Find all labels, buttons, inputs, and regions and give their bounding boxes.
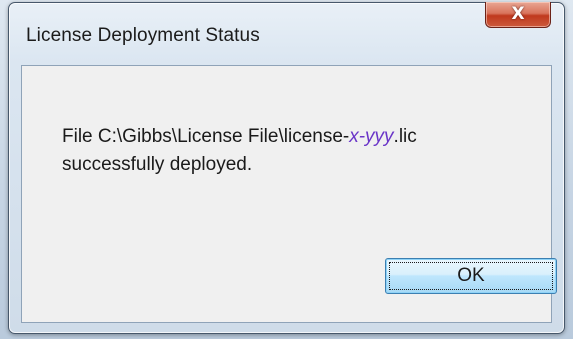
close-button[interactable]: X bbox=[485, 2, 551, 28]
placeholder-x: x bbox=[349, 126, 359, 147]
file-extension: .lic bbox=[393, 126, 417, 147]
dialog-title: License Deployment Status bbox=[26, 25, 260, 46]
message-line-1: File C:\Gibbs\License File\license-x-yyy… bbox=[62, 123, 417, 151]
close-icon: X bbox=[511, 4, 525, 24]
message-line-2: successfully deployed. bbox=[62, 154, 253, 175]
ok-button[interactable]: OK bbox=[385, 258, 557, 294]
file-path-prefix: File C:\Gibbs\License File\license- bbox=[62, 126, 350, 147]
ok-button-label: OK bbox=[457, 265, 485, 286]
dialog-content: File C:\Gibbs\License File\license-x-yyy… bbox=[21, 65, 557, 323]
title-bar[interactable]: License Deployment Status X bbox=[9, 2, 564, 65]
placeholder-yyy: yyy bbox=[365, 126, 394, 147]
dialog-window: License Deployment Status X File C:\Gibb… bbox=[8, 2, 565, 334]
status-message: File C:\Gibbs\License File\license-x-yyy… bbox=[62, 123, 417, 179]
